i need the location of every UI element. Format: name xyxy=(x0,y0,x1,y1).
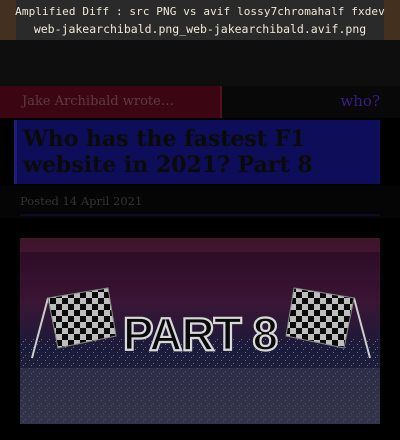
hero-graphic: PART 8 xyxy=(20,238,380,424)
post-date: Posted 14 April 2021 xyxy=(20,194,143,208)
diff-header: Amplified Diff : src PNG vs avif lossy7c… xyxy=(0,0,400,40)
crowd-band xyxy=(20,238,380,252)
author-link[interactable]: Jake Archibald wrote… xyxy=(0,86,222,118)
top-band xyxy=(0,40,400,86)
article-title-box: Who has the fastest F1 website in 2021? … xyxy=(14,120,380,184)
diff-header-filename: web-jakearchibald.png_web-jakearchibald.… xyxy=(33,22,367,36)
track-surface xyxy=(20,368,380,424)
diff-header-title: Amplified Diff : src PNG vs avif lossy7c… xyxy=(15,5,385,18)
hero-caption: PART 8 xyxy=(123,308,278,360)
post-meta: Posted 14 April 2021 xyxy=(0,186,400,218)
site-nav: Jake Archibald wrote… who? xyxy=(0,86,400,118)
who-link[interactable]: who? xyxy=(340,92,380,110)
hero-image: PART 8 xyxy=(20,238,380,424)
article-title: Who has the fastest F1 website in 2021? … xyxy=(23,126,313,178)
meta-divider xyxy=(20,214,380,216)
author-link-label: Jake Archibald wrote… xyxy=(22,94,174,109)
